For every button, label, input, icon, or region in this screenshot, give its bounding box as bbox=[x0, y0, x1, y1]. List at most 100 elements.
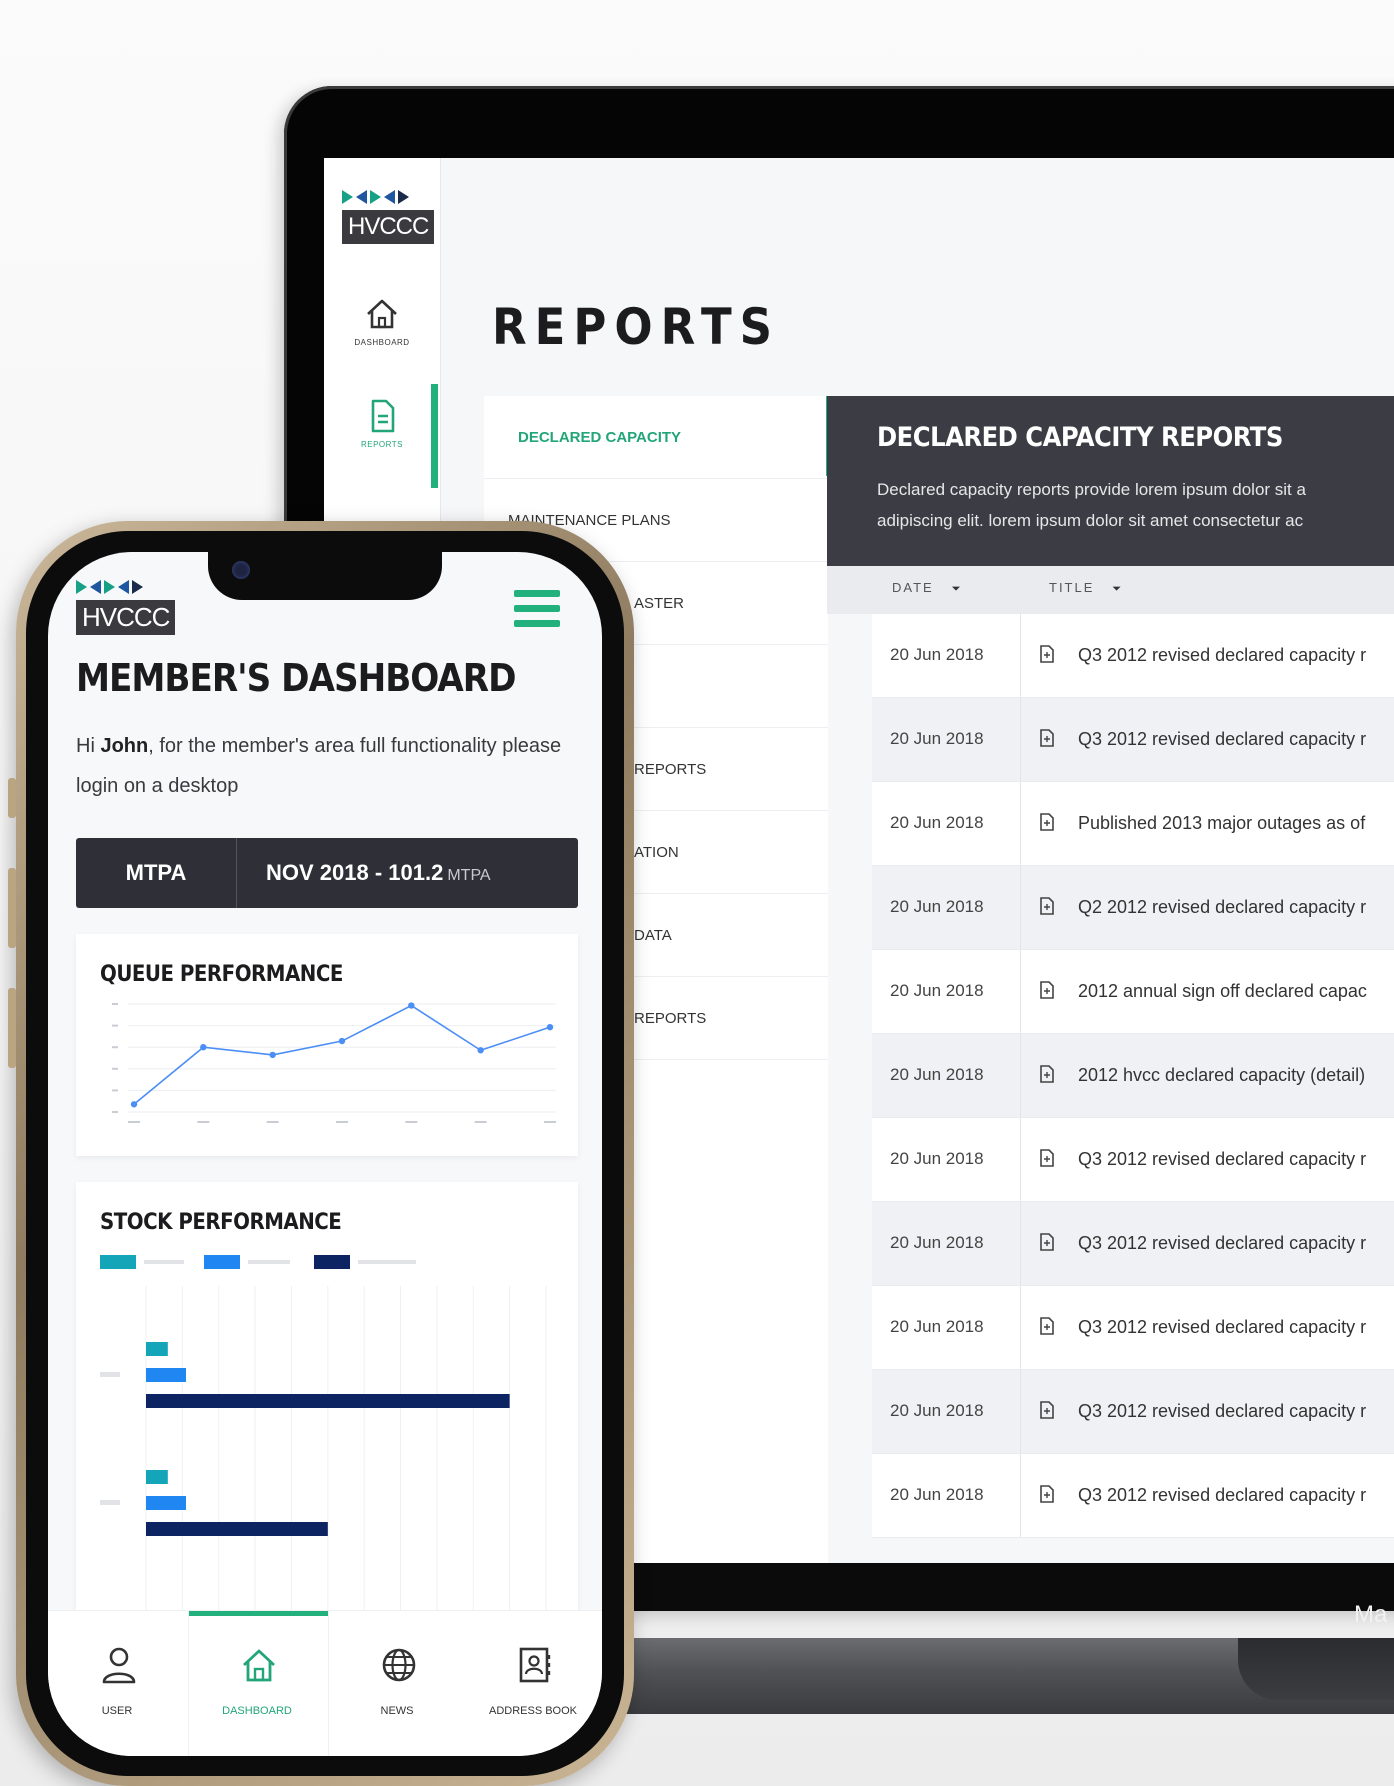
sidebar-active-indicator bbox=[431, 384, 438, 488]
row-date: 20 Jun 2018 bbox=[890, 981, 984, 1000]
table-row[interactable]: 20 Jun 2018 Published 2013 major outages … bbox=[872, 782, 1394, 866]
row-title[interactable]: Q3 2012 revised declared capacity r bbox=[1078, 1317, 1366, 1338]
row-title[interactable]: 2012 hvcc declared capacity (detail) bbox=[1078, 1065, 1365, 1086]
menu-item-label: DATA bbox=[634, 927, 672, 944]
divider bbox=[1020, 1370, 1021, 1453]
menu-item-declared-capacity[interactable]: DECLARED CAPACITY bbox=[484, 396, 832, 479]
globe-icon bbox=[382, 1648, 416, 1682]
row-title[interactable]: Q3 2012 revised declared capacity r bbox=[1078, 645, 1366, 666]
file-download-icon[interactable] bbox=[1040, 728, 1054, 748]
file-download-icon[interactable] bbox=[1040, 1316, 1054, 1336]
divider bbox=[1020, 1202, 1021, 1285]
hamburger-menu-icon[interactable] bbox=[514, 590, 560, 635]
column-header-label: TITLE bbox=[1049, 580, 1095, 595]
table-row[interactable]: 20 Jun 2018 Q3 2012 revised declared capa… bbox=[872, 1202, 1394, 1286]
file-download-icon[interactable] bbox=[1040, 980, 1054, 1000]
row-date: 20 Jun 2018 bbox=[890, 1065, 984, 1084]
data-point bbox=[408, 1002, 415, 1009]
greeting-prefix: Hi bbox=[76, 735, 101, 757]
bar bbox=[146, 1394, 510, 1408]
row-date: 20 Jun 2018 bbox=[890, 897, 984, 916]
bar bbox=[146, 1368, 186, 1382]
greeting-name: John bbox=[100, 735, 149, 757]
sort-caret-icon: ⏷ bbox=[951, 583, 963, 595]
data-point bbox=[269, 1051, 276, 1059]
table-row[interactable]: 20 Jun 2018 Q3 2012 revised declared capa… bbox=[872, 1118, 1394, 1202]
greeting-text: Hi John, for the member's area full func… bbox=[76, 726, 576, 806]
phone-logo[interactable]: HVCCC bbox=[76, 580, 176, 635]
row-date: 20 Jun 2018 bbox=[890, 729, 984, 748]
file-download-icon[interactable] bbox=[1040, 1232, 1054, 1252]
file-download-icon[interactable] bbox=[1040, 644, 1054, 664]
legend-label-placeholder bbox=[144, 1260, 184, 1264]
row-title[interactable]: Q3 2012 revised declared capacity r bbox=[1078, 729, 1366, 750]
file-download-icon[interactable] bbox=[1040, 812, 1054, 832]
bottom-nav-label: NEWS bbox=[380, 1705, 414, 1717]
bar bbox=[146, 1496, 186, 1510]
file-download-icon[interactable] bbox=[1040, 1148, 1054, 1168]
logo-text: HVCCC bbox=[342, 210, 435, 244]
row-title[interactable]: 2012 annual sign off declared capac bbox=[1078, 981, 1367, 1002]
row-title[interactable]: Q3 2012 revised declared capacity r bbox=[1078, 1485, 1366, 1506]
legend-swatch bbox=[204, 1255, 240, 1269]
page-title: REPORTS bbox=[492, 298, 781, 356]
user-icon bbox=[102, 1647, 136, 1684]
table-row[interactable]: 20 Jun 2018 Q3 2012 revised declared capa… bbox=[872, 1286, 1394, 1370]
bottom-nav-dashboard[interactable]: DASHBOARD bbox=[188, 1611, 326, 1756]
data-point bbox=[477, 1047, 484, 1054]
column-header-date[interactable]: DATE ⏷ bbox=[892, 580, 963, 596]
report-description-line: Declared capacity reports provide lorem … bbox=[877, 480, 1306, 499]
sort-caret-icon: ⏷ bbox=[1112, 583, 1124, 595]
sidebar-item-reports[interactable]: REPORTS bbox=[324, 396, 440, 494]
document-icon bbox=[371, 399, 395, 433]
menu-item-label: ASTER bbox=[634, 595, 685, 612]
row-title[interactable]: Q2 2012 revised declared capacity r bbox=[1078, 897, 1366, 918]
column-header-title[interactable]: TITLE ⏷ bbox=[1049, 580, 1123, 596]
laptop-brand-text: Ma bbox=[1354, 1601, 1388, 1628]
queue-performance-chart bbox=[112, 1002, 556, 1123]
report-heading: DECLARED CAPACITY REPORTS bbox=[877, 422, 1283, 453]
sidebar-item-dashboard[interactable]: DASHBOARD bbox=[324, 294, 440, 392]
legend-label-placeholder bbox=[248, 1260, 290, 1264]
laptop-hinge-notch bbox=[1238, 1638, 1394, 1700]
row-title[interactable]: Q3 2012 revised declared capacity r bbox=[1078, 1233, 1366, 1254]
row-date: 20 Jun 2018 bbox=[890, 1401, 984, 1420]
series-line bbox=[133, 1004, 551, 1105]
row-title[interactable]: Published 2013 major outages as of bbox=[1078, 813, 1365, 834]
table-row[interactable]: 20 Jun 2018 2012 hvcc declared capacity (… bbox=[872, 1034, 1394, 1118]
table-row[interactable]: 20 Jun 2018 Q3 2012 revised declared capa… bbox=[872, 1454, 1394, 1538]
home-icon bbox=[367, 299, 397, 329]
row-title[interactable]: Q3 2012 revised declared capacity r bbox=[1078, 1401, 1366, 1422]
logo-arrows-icon bbox=[76, 580, 175, 594]
sidebar-logo[interactable]: HVCCC bbox=[342, 190, 435, 244]
table-row[interactable]: 20 Jun 2018 Q3 2012 revised declared capa… bbox=[872, 698, 1394, 782]
table-row[interactable]: 20 Jun 2018 Q3 2012 revised declared capa… bbox=[872, 614, 1394, 698]
data-point bbox=[338, 1037, 346, 1045]
table-row[interactable]: 20 Jun 2018 Q3 2012 revised declared capa… bbox=[872, 1370, 1394, 1454]
table-row[interactable]: 20 Jun 2018 Q2 2012 revised declared capa… bbox=[872, 866, 1394, 950]
greeting-rest: , for the member's area full functionali… bbox=[76, 735, 562, 797]
row-title[interactable]: Q3 2012 revised declared capacity r bbox=[1078, 1149, 1366, 1170]
bottom-nav-news[interactable]: NEWS bbox=[328, 1611, 466, 1756]
queue-performance-card: QUEUE PERFORMANCE bbox=[76, 934, 578, 1156]
logo-text: HVCCC bbox=[76, 600, 176, 635]
bottom-nav-address-book[interactable]: ADDRESS BOOK bbox=[464, 1611, 602, 1756]
divider bbox=[1020, 1034, 1021, 1117]
mtpa-value-text: NOV 2018 - 101.2 bbox=[266, 860, 444, 885]
file-download-icon[interactable] bbox=[1040, 1064, 1054, 1084]
row-date: 20 Jun 2018 bbox=[890, 1317, 984, 1336]
divider bbox=[1020, 1286, 1021, 1369]
table-row[interactable]: 20 Jun 2018 2012 annual sign off declared… bbox=[872, 950, 1394, 1034]
legend-swatch bbox=[314, 1255, 350, 1269]
file-download-icon[interactable] bbox=[1040, 1400, 1054, 1420]
bottom-nav-user[interactable]: USER bbox=[48, 1611, 186, 1756]
report-description-line: adipiscing elit. lorem ipsum dolor sit a… bbox=[877, 511, 1304, 530]
row-date: 20 Jun 2018 bbox=[890, 1485, 984, 1504]
address-book-icon bbox=[519, 1647, 551, 1683]
menu-item-label: DECLARED CAPACITY bbox=[518, 429, 682, 446]
bar bbox=[146, 1522, 328, 1536]
file-download-icon[interactable] bbox=[1040, 896, 1054, 916]
file-download-icon[interactable] bbox=[1040, 1484, 1054, 1504]
divider bbox=[1020, 782, 1021, 865]
divider bbox=[1020, 1118, 1021, 1201]
